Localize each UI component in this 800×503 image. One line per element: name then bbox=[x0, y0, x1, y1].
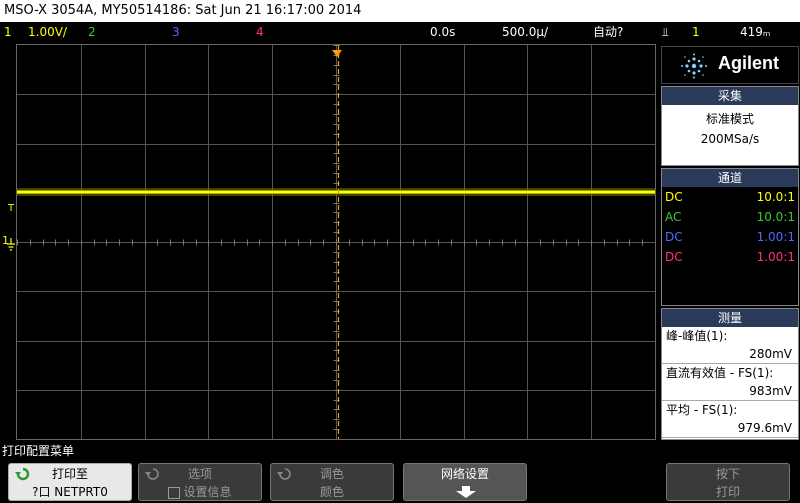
channel-probe-ratio: 1.00:1 bbox=[756, 250, 795, 264]
channel-coupling: AC bbox=[665, 210, 682, 224]
measurement-value: 979.6mV bbox=[662, 419, 798, 438]
options-label: 选项 bbox=[187, 467, 212, 481]
channel-probe-ratio: 10.0:1 bbox=[756, 210, 795, 224]
ch1-waveform-trace bbox=[17, 190, 655, 194]
channel-row-2[interactable]: AC 10.0:1 bbox=[662, 207, 798, 227]
options-softkey[interactable]: 选项 设置信息 bbox=[138, 463, 262, 501]
agilent-spark-icon bbox=[681, 53, 707, 79]
waveform-grid bbox=[17, 45, 655, 439]
measurement-value: 280mV bbox=[662, 345, 798, 364]
press-to-print-softkey[interactable]: 按下 打印 bbox=[666, 463, 790, 501]
acquisition-header: 采集 bbox=[662, 87, 798, 105]
trigger-mode[interactable]: 自动? bbox=[593, 22, 623, 42]
measurement-label: 峰-峰值(1): bbox=[666, 329, 728, 343]
time-scale[interactable]: 500.0µ/ bbox=[502, 22, 548, 42]
acquisition-mode: 标准模式 bbox=[705, 112, 754, 126]
menu-title: 打印配置菜单 bbox=[2, 444, 75, 458]
channel-coupling: DC bbox=[665, 190, 683, 204]
status-bar: 1 1.00V/ 2 3 4 0.0s 500.0µ/ 自动? ⫫ 1 419ₘ bbox=[0, 22, 800, 42]
ground-icon bbox=[7, 237, 15, 251]
channel-row-4[interactable]: DC 1.00:1 bbox=[662, 247, 798, 267]
ch4-number[interactable]: 4 bbox=[256, 22, 264, 42]
trigger-position-marker bbox=[332, 43, 342, 57]
trigger-source[interactable]: 1 bbox=[692, 22, 700, 42]
trigger-level[interactable]: 419ₘ bbox=[740, 22, 770, 42]
ch3-number[interactable]: 3 bbox=[172, 22, 180, 42]
print-to-value: ?口 NETPRT0 bbox=[32, 485, 108, 499]
press-label: 按下 bbox=[715, 467, 740, 481]
trigger-edge-icon: ⫫ bbox=[662, 25, 669, 39]
print-to-softkey[interactable]: 打印至 ?口 NETPRT0 bbox=[8, 463, 132, 501]
palette-label: 调色 bbox=[319, 467, 344, 481]
palette-value: 颜色 bbox=[319, 485, 344, 499]
logo-panel: Agilent bbox=[661, 46, 799, 84]
channel-coupling: DC bbox=[665, 230, 683, 244]
measurement-label: 频率(1): bbox=[666, 440, 712, 454]
window-title: MSO-X 3054A, MY50514186: Sat Jun 21 16:1… bbox=[4, 3, 362, 18]
network-settings-softkey[interactable]: 网络设置 bbox=[403, 463, 527, 501]
trigger-level-marker: T bbox=[8, 203, 15, 214]
time-offset[interactable]: 0.0s bbox=[430, 22, 455, 42]
network-settings-label: 网络设置 bbox=[440, 467, 489, 481]
arrow-down-icon bbox=[456, 486, 476, 498]
print-label: 打印 bbox=[715, 485, 740, 499]
side-panel: Agilent 采集 标准模式 200MSa/s 通道 DC 10.0:1 AC… bbox=[659, 44, 800, 472]
waveform-display[interactable] bbox=[16, 44, 656, 440]
acquisition-panel: 采集 标准模式 200MSa/s bbox=[661, 86, 799, 166]
measurement-label: 直流有效值 - FS(1): bbox=[666, 366, 774, 380]
options-value: 设置信息 bbox=[183, 485, 232, 499]
measurement-header: 测量 bbox=[662, 309, 798, 327]
channel-probe-ratio: 10.0:1 bbox=[756, 190, 795, 204]
agilent-logo: Agilent bbox=[718, 53, 779, 73]
channel-row-3[interactable]: DC 1.00:1 bbox=[662, 227, 798, 247]
measurement-value: 983mV bbox=[662, 382, 798, 401]
ch2-number[interactable]: 2 bbox=[88, 22, 96, 42]
checkbox-icon[interactable] bbox=[168, 486, 181, 499]
channel-header: 通道 bbox=[662, 169, 798, 187]
sample-rate: 200MSa/s bbox=[700, 132, 760, 146]
measurement-label: 平均 - FS(1): bbox=[666, 403, 738, 417]
measurement-panel: 测量 峰-峰值(1): 280mV 直流有效值 - FS(1): 983mV 平… bbox=[661, 308, 799, 472]
window-title-bar: MSO-X 3054A, MY50514186: Sat Jun 21 16:1… bbox=[0, 0, 800, 22]
channel-panel: 通道 DC 10.0:1 AC 10.0:1 DC 1.00:1 DC 1.00… bbox=[661, 168, 799, 306]
ch1-scale[interactable]: 1.00V/ bbox=[28, 22, 67, 42]
channel-probe-ratio: 1.00:1 bbox=[756, 230, 795, 244]
ch1-number[interactable]: 1 bbox=[4, 22, 12, 42]
print-to-label: 打印至 bbox=[51, 467, 88, 481]
palette-softkey[interactable]: 调色 颜色 bbox=[270, 463, 394, 501]
channel-coupling: DC bbox=[665, 250, 683, 264]
channel-row-1[interactable]: DC 10.0:1 bbox=[662, 187, 798, 207]
